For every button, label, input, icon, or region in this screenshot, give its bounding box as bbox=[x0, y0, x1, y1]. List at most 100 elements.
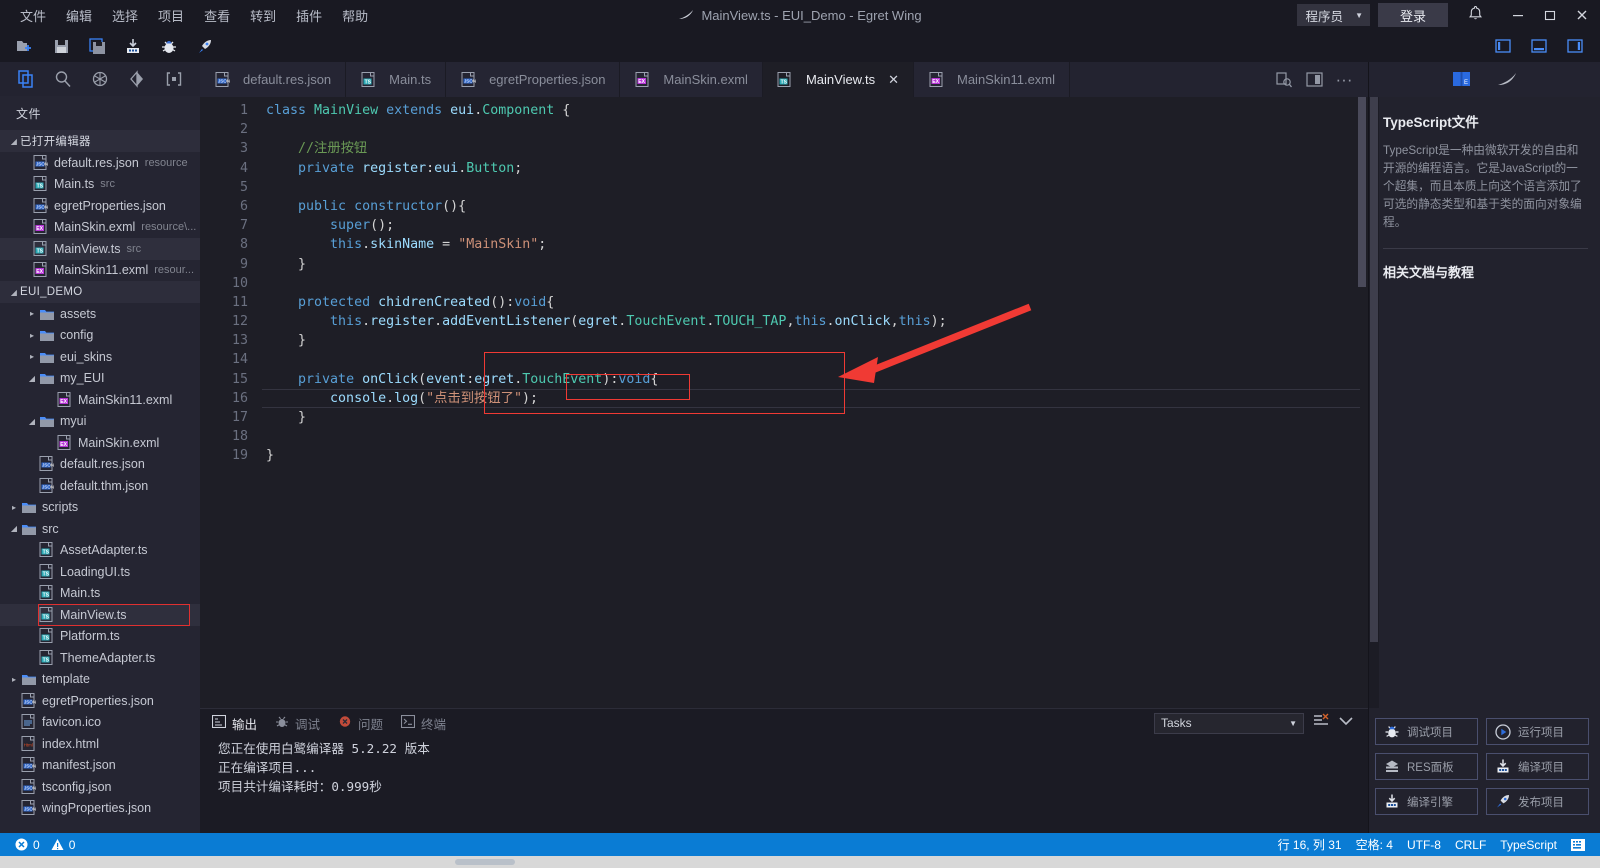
open-changes-icon[interactable] bbox=[1270, 66, 1298, 94]
open-editor-item[interactable]: .TSMainView.tssrc bbox=[0, 238, 200, 260]
right-sidebar-scrollbar[interactable] bbox=[1369, 97, 1379, 708]
chevron-expanded-icon[interactable]: ◢ bbox=[26, 374, 38, 383]
folder-item[interactable]: ◢ myui bbox=[0, 411, 200, 433]
project-action-button[interactable]: 调试项目 bbox=[1375, 718, 1478, 745]
compile-icon[interactable] bbox=[116, 32, 150, 60]
panel-tab[interactable]: 问题 bbox=[338, 714, 383, 733]
explorer-icon[interactable] bbox=[13, 66, 39, 92]
status-indentation[interactable]: 空格: 4 bbox=[1349, 836, 1400, 853]
project-action-button[interactable]: 编译项目 bbox=[1486, 753, 1589, 780]
new-file-icon[interactable] bbox=[8, 32, 42, 60]
file-item[interactable]: .TSThemeAdapter.ts bbox=[0, 647, 200, 669]
folder-item[interactable]: ◢ my_EUI bbox=[0, 368, 200, 390]
clear-output-icon[interactable] bbox=[1313, 713, 1329, 733]
menu-item-2[interactable]: 选择 bbox=[102, 2, 148, 29]
open-editor-item[interactable]: .TSMain.tssrc bbox=[0, 174, 200, 196]
menu-item-4[interactable]: 查看 bbox=[194, 2, 240, 29]
right-sidebar-scrollbar-thumb[interactable] bbox=[1370, 97, 1378, 642]
file-item[interactable]: .TSMainView.ts bbox=[0, 604, 200, 626]
editor-tab[interactable]: TS MainView.ts ✕ bbox=[762, 62, 914, 97]
project-action-button[interactable]: RES面板 bbox=[1375, 753, 1478, 780]
editor-tab[interactable]: EX MainSkin.exml bbox=[620, 62, 763, 97]
collapse-panel-icon[interactable] bbox=[1338, 714, 1354, 733]
minimize-button[interactable] bbox=[1502, 0, 1534, 30]
editor-scrollbar[interactable] bbox=[1356, 97, 1368, 708]
status-encoding[interactable]: UTF-8 bbox=[1400, 838, 1448, 852]
file-item[interactable]: .TSAssetAdapter.ts bbox=[0, 540, 200, 562]
project-action-button[interactable]: 发布项目 bbox=[1486, 788, 1589, 815]
status-language-mode[interactable]: TypeScript bbox=[1493, 838, 1564, 852]
chevron-collapsed-icon[interactable]: ▸ bbox=[26, 352, 38, 361]
chevron-expanded-icon[interactable]: ◢ bbox=[26, 417, 38, 426]
editor-tab[interactable]: EX MainSkin11.exml bbox=[914, 62, 1071, 97]
project-action-button[interactable]: 编译引擎 bbox=[1375, 788, 1478, 815]
file-item[interactable]: .JSONdefault.thm.json bbox=[0, 475, 200, 497]
file-item[interactable]: .JSONegretProperties.json bbox=[0, 690, 200, 712]
file-item[interactable]: .TSPlatform.ts bbox=[0, 626, 200, 648]
close-icon[interactable]: ✕ bbox=[888, 72, 899, 88]
menu-item-7[interactable]: 帮助 bbox=[332, 2, 378, 29]
publish-icon[interactable] bbox=[188, 32, 222, 60]
open-editor-item[interactable]: .JSONdefault.res.jsonresource bbox=[0, 152, 200, 174]
file-item[interactable]: .JSONdefault.res.json bbox=[0, 454, 200, 476]
task-select[interactable]: Tasks ▼ bbox=[1154, 712, 1304, 734]
source-control-icon[interactable] bbox=[124, 66, 150, 92]
code-editor[interactable]: 1 class MainView extends eui.Component {2… bbox=[200, 97, 1368, 708]
close-button[interactable] bbox=[1566, 0, 1598, 30]
menu-item-1[interactable]: 编辑 bbox=[56, 2, 102, 29]
folder-item[interactable]: ▸ eui_skins bbox=[0, 346, 200, 368]
menu-item-3[interactable]: 项目 bbox=[148, 2, 194, 29]
open-editor-item[interactable]: .EXMainSkin.exmlresource\... bbox=[0, 217, 200, 239]
chevron-collapsed-icon[interactable]: ▸ bbox=[8, 503, 20, 512]
status-problems[interactable]: 0 0 bbox=[8, 838, 82, 852]
panel-tab[interactable]: 终端 bbox=[400, 714, 446, 733]
toggle-sidebar-icon[interactable] bbox=[1488, 33, 1518, 59]
menu-item-6[interactable]: 插件 bbox=[286, 2, 332, 29]
project-root-section[interactable]: ◢ EUI_DEMO bbox=[0, 281, 200, 303]
status-cursor-position[interactable]: 行 16, 列 31 bbox=[1271, 836, 1349, 853]
open-editors-section[interactable]: ◢ 已打开编辑器 bbox=[0, 130, 200, 152]
editor-scrollbar-thumb[interactable] bbox=[1358, 97, 1366, 287]
chevron-collapsed-icon[interactable]: ▸ bbox=[26, 331, 38, 340]
search-icon[interactable] bbox=[50, 66, 76, 92]
doc-icon[interactable]: E bbox=[1452, 70, 1471, 89]
menu-item-5[interactable]: 转到 bbox=[240, 2, 286, 29]
file-item[interactable]: .TSMain.ts bbox=[0, 583, 200, 605]
status-eol[interactable]: CRLF bbox=[1448, 838, 1493, 852]
folder-item[interactable]: ▸ scripts bbox=[0, 497, 200, 519]
file-item[interactable]: .TSLoadingUI.ts bbox=[0, 561, 200, 583]
open-editor-item[interactable]: .JSONegretProperties.json bbox=[0, 195, 200, 217]
split-editor-icon[interactable] bbox=[1300, 66, 1328, 94]
bell-icon[interactable] bbox=[1462, 5, 1488, 24]
project-action-button[interactable]: 运行项目 bbox=[1486, 718, 1589, 745]
save-icon[interactable] bbox=[44, 32, 78, 60]
file-item[interactable]: .EXMainSkin11.exml bbox=[0, 389, 200, 411]
folder-item[interactable]: ◢ src bbox=[0, 518, 200, 540]
extensions-icon[interactable] bbox=[87, 66, 113, 92]
file-item[interactable]: .JSONtsconfig.json bbox=[0, 776, 200, 798]
file-item[interactable]: .favicon.ico bbox=[0, 712, 200, 734]
menu-item-0[interactable]: 文件 bbox=[10, 2, 56, 29]
file-item[interactable]: .EXMainSkin.exml bbox=[0, 432, 200, 454]
file-item[interactable]: .JSONwingProperties.json bbox=[0, 798, 200, 820]
folder-item[interactable]: ▸ template bbox=[0, 669, 200, 691]
file-item[interactable]: .Htmlindex.html bbox=[0, 733, 200, 755]
chevron-collapsed-icon[interactable]: ▸ bbox=[8, 675, 20, 684]
chevron-collapsed-icon[interactable]: ▸ bbox=[26, 309, 38, 318]
editor-tab[interactable]: JSON egretProperties.json bbox=[446, 62, 621, 97]
toggle-right-sidebar-icon[interactable] bbox=[1560, 33, 1590, 59]
keyboard-icon[interactable] bbox=[1564, 838, 1592, 851]
file-item[interactable]: .JSONmanifest.json bbox=[0, 755, 200, 777]
user-role-dropdown[interactable]: 程序员 ▼ bbox=[1296, 4, 1370, 26]
more-actions-icon[interactable]: ··· bbox=[1330, 66, 1358, 94]
editor-tab[interactable]: JSON default.res.json bbox=[200, 62, 347, 97]
toggle-panel-icon[interactable] bbox=[1524, 33, 1554, 59]
panel-tab[interactable]: 调试 bbox=[275, 714, 320, 733]
folder-item[interactable]: ▸ assets bbox=[0, 303, 200, 325]
panel-tab[interactable]: 输出 bbox=[211, 714, 257, 733]
debug-icon[interactable] bbox=[152, 32, 186, 60]
maximize-button[interactable] bbox=[1534, 0, 1566, 30]
open-editor-item[interactable]: .EXMainSkin11.exmlresour... bbox=[0, 260, 200, 282]
debug-console-icon[interactable] bbox=[161, 66, 187, 92]
editor-tab[interactable]: TS Main.ts bbox=[346, 62, 447, 97]
